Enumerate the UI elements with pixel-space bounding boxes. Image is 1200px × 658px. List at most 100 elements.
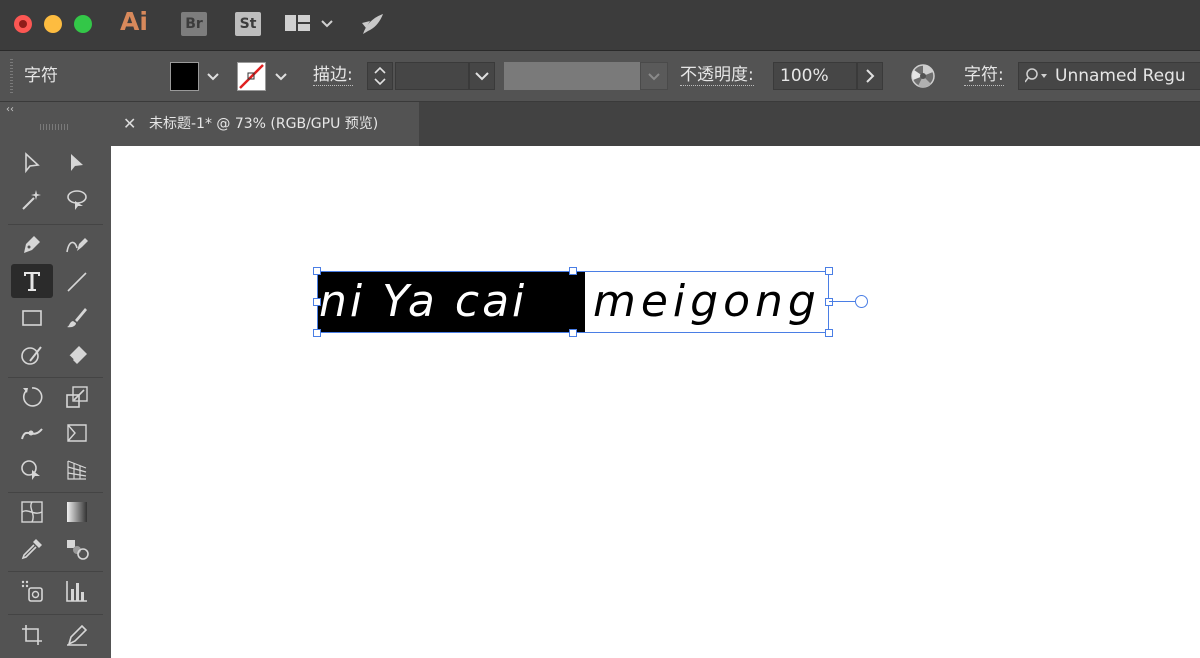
bounding-box-handle[interactable]	[569, 329, 577, 337]
font-name: Unnamed Regu	[1055, 66, 1186, 86]
shaper-icon	[21, 346, 42, 365]
fill-dropdown-icon[interactable]	[206, 69, 220, 83]
sync-icon[interactable]	[358, 9, 388, 43]
tool-separator	[8, 492, 103, 493]
blend-icon	[67, 540, 89, 560]
artboard-tool[interactable]	[15, 619, 49, 651]
selection-tool[interactable]	[15, 147, 49, 179]
color-wheel-icon	[911, 64, 935, 88]
blend-tool[interactable]	[60, 533, 94, 565]
bounding-box-handle[interactable]	[825, 298, 833, 306]
eraser-tool[interactable]	[60, 339, 94, 371]
symbol-sprayer-icon	[21, 580, 43, 602]
symbol-sprayer-tool[interactable]	[15, 575, 49, 607]
stroke-weight-input[interactable]	[395, 62, 469, 90]
profile-dropdown[interactable]	[640, 62, 668, 90]
direct-selection-tool[interactable]	[60, 147, 94, 179]
bounding-box-handle[interactable]	[569, 267, 577, 275]
opacity-flyout-button[interactable]	[857, 62, 883, 90]
paintbrush-icon	[67, 308, 87, 328]
tool-separator	[8, 571, 103, 572]
variable-width-profile[interactable]	[504, 62, 640, 90]
magic-wand-tool[interactable]	[15, 184, 49, 216]
rotate-icon	[22, 387, 43, 407]
rotate-tool[interactable]	[15, 381, 49, 413]
bounding-box-handle[interactable]	[313, 267, 321, 275]
shape-builder-tool[interactable]	[15, 454, 49, 486]
eyedropper-icon	[21, 539, 42, 560]
stroke-dropdown-icon[interactable]	[274, 69, 288, 83]
window-maximize-button[interactable]	[74, 15, 92, 33]
collapse-panel-icon[interactable]: ‹‹	[6, 104, 14, 115]
column-graph-tool[interactable]	[60, 575, 94, 607]
text-frame[interactable]: ni Ya cai meigong	[313, 267, 868, 337]
free-transform-icon	[67, 424, 87, 442]
column-graph-icon	[66, 581, 87, 602]
tool-separator	[8, 377, 103, 378]
font-family-input[interactable]: Unnamed Regu	[1018, 62, 1200, 90]
width-tool[interactable]	[15, 417, 49, 449]
tool-separator	[8, 614, 103, 615]
line-segment-tool[interactable]	[60, 266, 94, 298]
stroke-label[interactable]: 描边:	[313, 65, 353, 86]
magic-wand-icon	[22, 190, 41, 210]
width-tool-icon	[21, 428, 43, 440]
free-transform-tool[interactable]	[60, 417, 94, 449]
window-close-button[interactable]	[14, 15, 32, 33]
tools-panel: ‹‹	[0, 102, 112, 658]
text-out-port[interactable]	[855, 295, 868, 308]
bounding-box-handle[interactable]	[313, 298, 321, 306]
shaper-tool[interactable]	[15, 339, 49, 371]
character-label[interactable]: 字符:	[964, 65, 1004, 86]
opacity-input[interactable]: 100%	[773, 62, 857, 90]
stroke-weight-stepper[interactable]	[367, 62, 393, 90]
fill-swatch[interactable]	[170, 62, 199, 91]
eyedropper-tool[interactable]	[15, 533, 49, 565]
rectangle-icon	[22, 310, 42, 326]
chevron-right-icon	[866, 69, 875, 83]
slice-tool[interactable]	[60, 619, 94, 651]
direct-selection-arrow-icon	[71, 154, 83, 171]
window-minimize-button[interactable]	[44, 15, 62, 33]
pen-tool[interactable]	[15, 228, 49, 260]
app-logo: Ai	[120, 7, 148, 36]
mesh-icon	[21, 501, 43, 523]
lasso-tool[interactable]	[60, 184, 94, 216]
rectangle-tool[interactable]	[15, 302, 49, 334]
workspace-layout-icon[interactable]	[284, 12, 338, 40]
opacity-label[interactable]: 不透明度:	[680, 65, 754, 86]
gradient-tool[interactable]	[60, 496, 94, 528]
stroke-swatch[interactable]	[237, 62, 266, 91]
artboard-canvas[interactable]: ni Ya cai meigong	[111, 146, 1200, 658]
none-stroke-icon	[239, 64, 264, 89]
curvature-tool[interactable]	[60, 228, 94, 260]
tools-panel-grip[interactable]	[40, 124, 70, 130]
line-segment-icon	[67, 272, 87, 292]
bounding-box-handle[interactable]	[825, 267, 833, 275]
stock-button[interactable]: St	[235, 12, 261, 36]
bridge-button[interactable]: Br	[181, 12, 207, 36]
panel-label: 字符	[24, 66, 58, 86]
mesh-tool[interactable]	[15, 496, 49, 528]
document-tab[interactable]: ✕ 未标题-1* @ 73% (RGB/GPU 预览)	[111, 102, 419, 146]
stepper-arrows-icon	[374, 66, 386, 86]
stroke-weight-dropdown[interactable]	[469, 62, 495, 90]
close-tab-icon[interactable]: ✕	[123, 114, 136, 133]
scale-tool[interactable]	[60, 381, 94, 413]
font-search-icon[interactable]	[1025, 68, 1051, 84]
control-bar-grip[interactable]	[10, 59, 13, 93]
bounding-box-handle[interactable]	[313, 329, 321, 337]
bounding-box-handle[interactable]	[825, 329, 833, 337]
artboard-icon	[22, 625, 42, 645]
perspective-grid-tool[interactable]	[60, 454, 94, 486]
gradient-icon	[67, 502, 87, 522]
selection-arrow-icon	[25, 152, 40, 174]
text-out-port-line	[829, 301, 855, 302]
bounding-box	[317, 271, 829, 333]
chevron-down-icon	[648, 73, 660, 81]
paintbrush-tool[interactable]	[60, 302, 94, 334]
document-tab-strip: ✕ 未标题-1* @ 73% (RGB/GPU 预览)	[111, 102, 1200, 146]
recolor-artwork-button[interactable]	[910, 63, 936, 93]
document-tab-title: 未标题-1* @ 73% (RGB/GPU 预览)	[149, 116, 379, 132]
type-tool[interactable]	[11, 264, 53, 298]
